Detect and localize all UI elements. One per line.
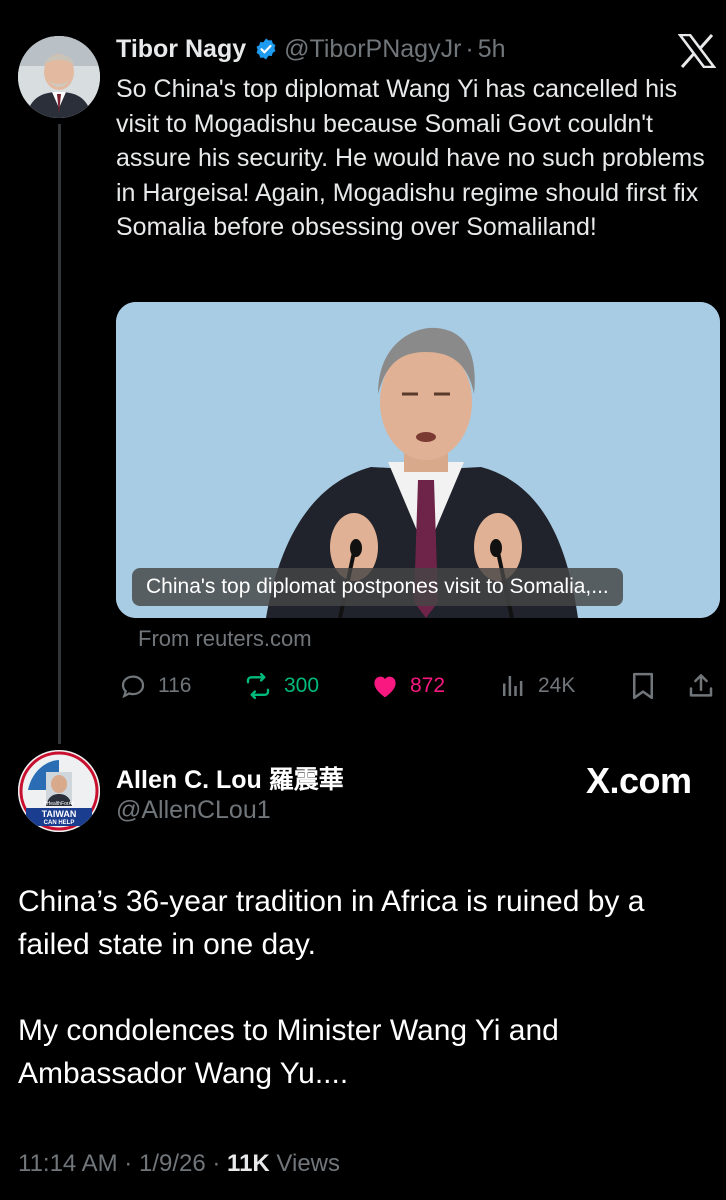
timestamp[interactable]: 5h bbox=[478, 35, 506, 64]
reply-icon bbox=[121, 675, 145, 699]
share-icon bbox=[689, 674, 713, 697]
avatar-hashtag-text: #HealthForAll bbox=[44, 801, 74, 807]
tweet-text: So China's top diplomat Wang Yi has canc… bbox=[116, 75, 705, 241]
views-count: 24K bbox=[538, 674, 576, 697]
views-button[interactable]: 24K bbox=[498, 670, 575, 702]
meta-sep-1: · bbox=[124, 1150, 133, 1177]
meta-sep-2: · bbox=[212, 1150, 221, 1177]
verified-badge-icon bbox=[256, 38, 276, 60]
heart-icon bbox=[374, 676, 396, 698]
reply-count: 116 bbox=[158, 674, 192, 697]
tweet2-paragraph-1: China’s 36-year tradition in Africa is r… bbox=[18, 885, 645, 961]
reply-button[interactable]: 116 bbox=[118, 670, 191, 702]
meta-time[interactable]: 11:14 AM bbox=[18, 1150, 118, 1177]
meta-date[interactable]: 1/9/26 bbox=[139, 1150, 206, 1177]
avatar-allen-lou[interactable]: #HealthForAll TAIWAN CAN HELP bbox=[18, 750, 100, 832]
meta-views-count[interactable]: 11K bbox=[227, 1150, 270, 1177]
avatar-taiwan-text: TAIWAN bbox=[42, 809, 77, 819]
tweet2-paragraph-2: My condolences to Minister Wang Yi and A… bbox=[18, 1014, 559, 1090]
tweet-text-2: China’s 36-year tradition in Africa is r… bbox=[18, 880, 718, 1095]
xcom-watermark: X.com bbox=[586, 760, 692, 801]
display-name-2[interactable]: Allen C. Lou 羅震華 bbox=[116, 760, 344, 796]
like-count: 872 bbox=[410, 674, 446, 697]
bookmark-icon bbox=[633, 672, 653, 700]
repost-icon bbox=[246, 672, 270, 700]
avatar-canhelp-text: CAN HELP bbox=[44, 820, 75, 826]
views-icon bbox=[503, 676, 523, 696]
meta-views-label: Views bbox=[276, 1150, 341, 1177]
like-button[interactable]: 872 bbox=[370, 670, 445, 702]
repost-count: 300 bbox=[284, 674, 320, 697]
thread-line bbox=[58, 124, 61, 744]
separator-dot: · bbox=[465, 34, 474, 63]
handle-2[interactable]: @AllenCLou1 bbox=[116, 796, 271, 825]
share-button[interactable] bbox=[686, 670, 716, 702]
x-logo-icon bbox=[678, 34, 716, 68]
repost-button[interactable]: 300 bbox=[242, 670, 319, 702]
handle[interactable]: @TiborPNagyJr bbox=[284, 35, 461, 64]
bookmark-button[interactable] bbox=[630, 670, 656, 702]
display-name[interactable]: Tibor Nagy bbox=[116, 35, 246, 64]
tweet-meta: 11:14 AM · 1/9/26 · 11K Views bbox=[18, 1150, 340, 1178]
avatar-tibor-nagy[interactable] bbox=[18, 36, 100, 118]
tweet1-header: Tibor Nagy @TiborPNagyJr · 5h bbox=[116, 34, 506, 64]
link-card-caption[interactable]: China's top diplomat postpones visit to … bbox=[132, 568, 623, 606]
link-source[interactable]: From reuters.com bbox=[138, 626, 312, 652]
